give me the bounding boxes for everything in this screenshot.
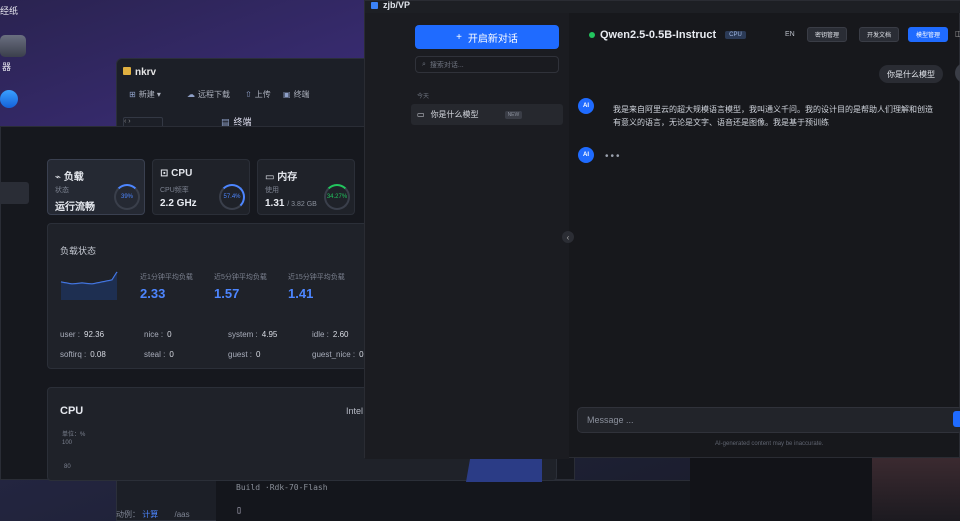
conversation-group-label: 今天 [417, 94, 430, 100]
load-card-sub: 状态 [55, 187, 69, 194]
terminal-panel[interactable]: Build ·Rdk-70-Flash ▯ [216, 480, 690, 521]
memory-ring: 34.27% [324, 184, 350, 210]
cpu-vendor: Intel [346, 406, 364, 416]
stat-user: user :92.36 [60, 330, 105, 339]
cpu-card-sub: CPU频率 [160, 187, 189, 194]
load-5m-value: 1.57 [214, 286, 240, 301]
app-logo-icon [371, 2, 378, 9]
window-menu-icon[interactable]: ◫ [955, 29, 960, 38]
stat-nice: nice :0 [144, 330, 172, 339]
plus-icon: ⊞ [129, 90, 136, 99]
language-toggle[interactable]: EN [785, 31, 795, 38]
stat-guest-nice: guest_nice :0 [312, 350, 364, 359]
load-1m-label: 近1分钟平均负载 [140, 274, 193, 281]
cpu-card-value: 2.2 GHz [160, 198, 197, 209]
terminal-icon: ▣ [283, 90, 291, 99]
typing-indicator: ••• [605, 151, 622, 162]
online-status-icon [589, 32, 595, 38]
cpu-chart-unit: 单位：% [62, 432, 86, 438]
desktop-app-icon[interactable] [0, 90, 18, 108]
memory-card-sub: 使用 [265, 187, 279, 194]
key-management-button[interactable]: 密钥管理 [807, 27, 847, 42]
message-input[interactable]: Message ... [577, 407, 960, 433]
search-icon: ⌕ [422, 60, 426, 68]
cpu-ring: 57.4% [219, 184, 245, 210]
load-1m-value: 2.33 [140, 286, 166, 301]
chat-app-title: zjb/VP [383, 0, 411, 10]
dev-docs-button[interactable]: 开发文档 [859, 27, 899, 42]
toolbar-remote-download-button[interactable]: ☁ 远程下载 [187, 89, 230, 100]
model-management-button[interactable]: 模型管理 [908, 27, 948, 42]
cloud-icon: ☁ [187, 90, 195, 99]
terminal-build-line: Build ·Rdk-70-Flash [236, 483, 328, 492]
stat-idle: idle :2.60 [312, 330, 349, 339]
chip-icon: ⊡ [160, 168, 169, 179]
desktop-icon-label: 经纸 [0, 6, 19, 16]
status-strip: 动例： 计算 /aas [116, 510, 190, 519]
load-status-title: 负载状态 [60, 246, 97, 256]
new-chat-button[interactable]: + 开启新对话 [415, 25, 559, 49]
cpu-chart-y-tick: 80 [64, 464, 71, 470]
ai-message: 我是来自阿里云的超大规模语言模型，我叫通义千问。我的设计目的是帮助人们理解和创造… [613, 105, 933, 127]
chat-titlebar[interactable] [365, 1, 960, 13]
stat-softirq: softirq :0.08 [60, 350, 106, 359]
load-card[interactable]: ⌁ 负载 状态 运行流畅 39% [47, 159, 145, 215]
collapse-sidebar-button[interactable]: ‹ [562, 231, 574, 243]
memory-card-value: 1.31 [265, 198, 285, 209]
stat-steal: steal :0 [144, 350, 174, 359]
load-status-panel: 负载状态 近1分钟平均负载 2.33 近5分钟平均负载 1.57 近15分钟平均… [47, 223, 377, 369]
monitor-sidebar-active-item[interactable] [1, 182, 29, 204]
pulse-icon: ⌁ [55, 172, 62, 183]
cpu-chart-title: CPU [60, 405, 84, 417]
toolbar-upload-button[interactable]: ⇧ 上传 [245, 89, 271, 100]
folder-icon [123, 67, 131, 75]
send-button[interactable] [953, 411, 960, 427]
load-15m-label: 近15分钟平均负载 [288, 274, 345, 281]
conversation-tag: NEW [504, 110, 523, 119]
memory-icon: ▭ [265, 172, 275, 183]
model-name: Qwen2.5-0.5B-Instruct [600, 29, 717, 41]
stat-guest: guest :0 [228, 350, 261, 359]
desktop-app-icon[interactable] [0, 35, 26, 57]
user-avatar [955, 63, 960, 83]
cpu-chart-area [466, 456, 542, 482]
load-15m-value: 1.41 [288, 286, 314, 301]
ai-avatar: AI [578, 98, 594, 114]
cpu-chart-y-tick: 100 [62, 440, 73, 446]
model-device-badge: CPU [725, 31, 746, 39]
background-window [872, 458, 960, 521]
load-sparkline [60, 271, 118, 300]
memory-card-total: / 3.82 GB [287, 201, 317, 208]
model-header: Qwen2.5-0.5B-Instruct CPU [589, 29, 746, 41]
ai-disclaimer: AI-generated content may be inaccurate. [715, 441, 824, 447]
chat-window: zjb/VP + 开启新对话 ⌕ 搜索对话... 今天 ▭ 你是什么模型 NEW ‹… [364, 0, 960, 459]
file-manager-title: nkrv [135, 67, 157, 78]
toolbar-terminal-button[interactable]: ▣ 终端 [283, 89, 310, 100]
load-5m-label: 近5分钟平均负载 [214, 274, 267, 281]
chat-bubble-icon: ▭ [417, 110, 425, 119]
terminal-cursor: ▯ [236, 505, 243, 516]
background-window [690, 458, 872, 521]
ai-avatar: AI [578, 147, 594, 163]
memory-card[interactable]: ▭ 内存 使用 1.31 / 3.82 GB 34.27% [257, 159, 355, 215]
conversation-item[interactable]: ▭ 你是什么模型 NEW [411, 104, 563, 125]
desktop-icon-label: 器 [2, 62, 12, 72]
search-conversations-input[interactable]: ⌕ 搜索对话... [415, 56, 559, 73]
load-card-value: 运行流畅 [55, 202, 95, 213]
user-message: 你是什么模型 [879, 65, 943, 83]
stat-system: system :4.95 [228, 330, 278, 339]
toolbar-new-button[interactable]: ⊞ 新建 ▾ [129, 89, 161, 100]
chat-sidebar [365, 13, 569, 459]
cpu-card[interactable]: ⊡ CPU CPU频率 2.2 GHz 57.4% [152, 159, 250, 215]
plus-icon: + [456, 31, 462, 43]
load-ring: 39% [114, 184, 140, 210]
upload-icon: ⇧ [245, 90, 252, 99]
